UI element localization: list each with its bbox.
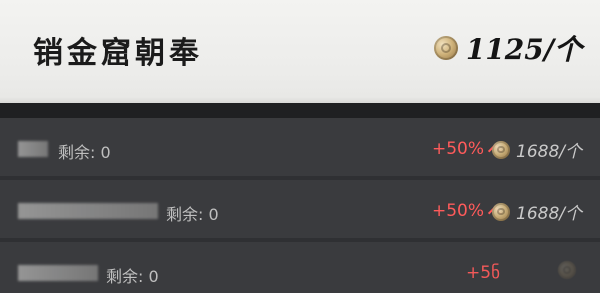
coin-icon bbox=[492, 202, 510, 221]
row-price: 1688/个 bbox=[492, 137, 582, 162]
row-price bbox=[558, 261, 582, 279]
listing-row[interactable]: 剩余: 0 +5ნ bbox=[0, 242, 600, 293]
coin-icon bbox=[558, 261, 576, 279]
header-divider-band bbox=[0, 103, 600, 118]
remaining-count: 剩余: 0 bbox=[166, 205, 219, 224]
vendor-title: 销金窟朝奉 bbox=[33, 36, 203, 71]
price-change: +50% bbox=[432, 201, 500, 221]
price-change-text: +50% bbox=[431, 201, 484, 221]
listing-rows: 剩余: 0 +50% 1688/个 剩余: 0 +50% 1688/个 剩余: … bbox=[0, 118, 600, 293]
blurred-name bbox=[18, 265, 98, 281]
row-price-value: 1688/个 bbox=[516, 204, 582, 224]
price-change-text: +5ნ bbox=[466, 263, 500, 283]
listing-row[interactable]: 剩余: 0 +50% 1688/个 bbox=[0, 118, 600, 176]
blurred-name bbox=[18, 141, 48, 157]
row-price: 1688/个 bbox=[492, 199, 582, 224]
header: 销金窟朝奉 1125/个 bbox=[0, 0, 600, 103]
listing-row[interactable]: 剩余: 0 +50% 1688/个 bbox=[0, 180, 600, 238]
coin-icon bbox=[492, 140, 510, 159]
price-change-text: +50% bbox=[431, 139, 484, 159]
row-price-value: 1688/个 bbox=[516, 142, 582, 162]
remaining-count: 剩余: 0 bbox=[106, 267, 159, 286]
price-change: +50% bbox=[432, 139, 500, 159]
remaining-count: 剩余: 0 bbox=[58, 143, 111, 162]
price-change: +5ნ bbox=[466, 263, 500, 283]
header-price-value: 1125/个 bbox=[465, 33, 582, 66]
blurred-name bbox=[18, 203, 158, 219]
header-price: 1125/个 bbox=[433, 28, 582, 68]
coin-icon bbox=[433, 36, 458, 60]
